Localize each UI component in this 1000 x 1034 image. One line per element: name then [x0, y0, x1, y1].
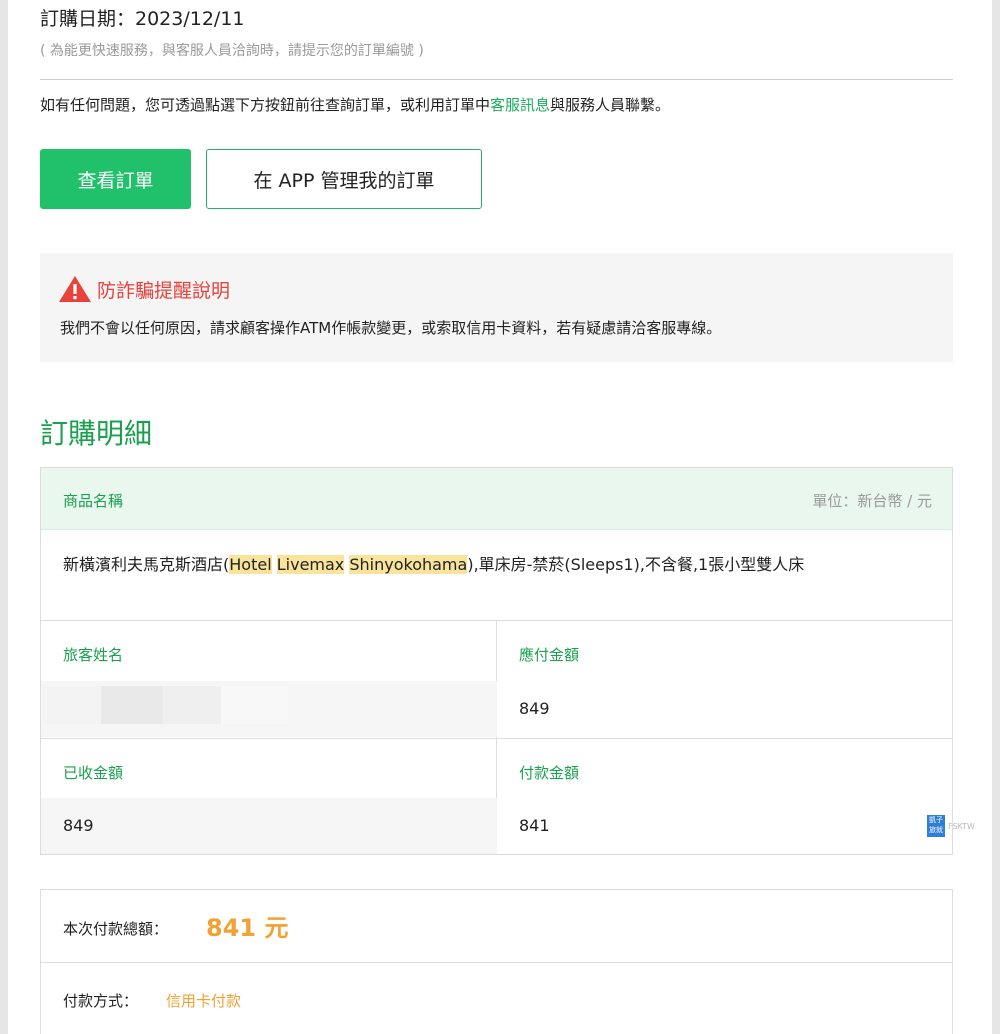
product-name-header: 商品名稱 — [63, 492, 124, 510]
highlighted-term: Livemax — [276, 555, 345, 574]
customer-message-link[interactable]: 客服訊息 — [490, 96, 550, 114]
payable-amount-label: 應付金額 — [519, 646, 580, 664]
manage-in-app-button[interactable]: 在 APP 管理我的訂單 — [206, 149, 482, 209]
total-label: 本次付款總額： — [63, 920, 169, 938]
payment-summary: 本次付款總額： 841 元 付款方式： 信用卡付款 — [40, 889, 953, 1034]
alert-title-row: 防詐騙提醒說明 — [58, 275, 230, 303]
received-amount-value: 849 — [63, 816, 94, 835]
total-amount: 841 元 — [206, 914, 289, 942]
help-text-before: 如有任何問題，您可透過點選下方按鈕前往查詢訂單，或利用訂單中 — [40, 96, 491, 114]
watermark-text: FSKTW — [948, 822, 975, 831]
paid-amount-label: 付款金額 — [519, 764, 580, 782]
order-note: ( 為能更快速服務，與客服人員洽詢時，請提示您的訂單編號 ) — [40, 43, 424, 59]
payment-method-label: 付款方式： — [63, 992, 139, 1010]
product-name-part: 新橫濱利夫馬克斯酒店( — [63, 555, 230, 574]
anti-fraud-alert: 防詐騙提醒說明 我們不會以任何原因，請求顧客操作ATM作帳款變更，或索取信用卡資… — [40, 253, 953, 362]
highlighted-term: Shinyokohama — [349, 555, 468, 574]
received-amount-label: 已收金額 — [63, 764, 124, 782]
warning-icon — [59, 276, 91, 302]
order-details-title: 訂購明細 — [40, 417, 153, 450]
value-row-right — [497, 798, 952, 854]
row-divider — [41, 738, 952, 739]
divider — [40, 79, 953, 80]
watermark-logo: 凱子 旅就 — [927, 815, 945, 837]
product-name-part: ),單床房-禁菸(Sleeps1),不含餐,1張小型雙人床 — [467, 555, 805, 574]
details-header: 商品名稱 單位：新台幣 / 元 — [41, 468, 952, 530]
order-details-table: 商品名稱 單位：新台幣 / 元 新橫濱利夫馬克斯酒店(Hotel Livemax… — [40, 467, 953, 855]
help-info: 如有任何問題，您可透過點選下方按鈕前往查詢訂單，或利用訂單中客服訊息與服務人員聯… — [40, 94, 670, 115]
view-order-button[interactable]: 查看訂單 — [40, 149, 191, 209]
payment-method-value: 信用卡付款 — [166, 992, 242, 1010]
product-name: 新橫濱利夫馬克斯酒店(Hotel Livemax Shinyokohama),單… — [63, 546, 933, 583]
payable-amount-value: 849 — [519, 699, 550, 718]
alert-title: 防詐騙提醒說明 — [97, 279, 231, 302]
help-text-after: 與服務人員聯繫。 — [550, 96, 671, 114]
guest-name-label: 旅客姓名 — [63, 646, 124, 664]
order-date: 訂購日期：2023/12/11 — [40, 8, 245, 30]
alert-body: 我們不會以任何原因，請求顧客操作ATM作帳款變更，或索取信用卡資料，若有疑慮請洽… — [60, 319, 722, 337]
highlighted-term: Hotel — [229, 555, 272, 574]
order-page: 訂購日期：2023/12/11 ( 為能更快速服務，與客服人員洽詢時，請提示您的… — [8, 0, 992, 1034]
value-row-right — [497, 681, 952, 737]
total-row: 本次付款總額： 841 元 — [41, 890, 952, 963]
paid-amount-value: 841 — [519, 816, 550, 835]
guest-name-redacted — [43, 686, 289, 724]
product-row: 新橫濱利夫馬克斯酒店(Hotel Livemax Shinyokohama),單… — [41, 530, 952, 621]
currency-unit: 單位：新台幣 / 元 — [812, 492, 932, 510]
